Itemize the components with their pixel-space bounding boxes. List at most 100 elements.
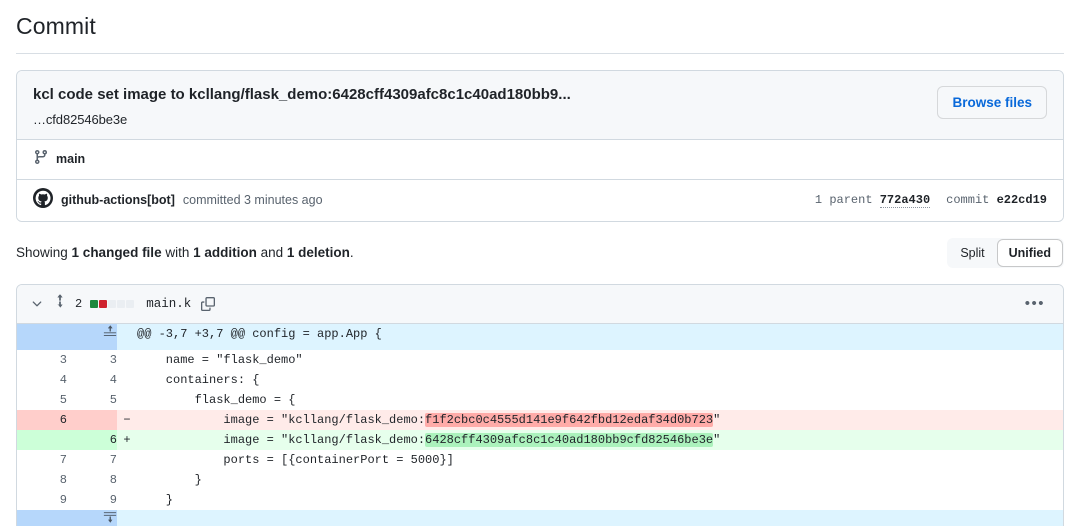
code-prefix: image = "kcllang/flask_demo:: [137, 412, 426, 427]
new-line-number[interactable]: 3: [67, 349, 117, 370]
commit-author-group: github-actions[bot] committed 3 minutes …: [33, 187, 323, 213]
new-line-number[interactable]: 5: [67, 389, 117, 410]
summary-suffix: .: [349, 245, 354, 260]
commit-author-name[interactable]: github-actions[bot]: [61, 193, 175, 207]
commit-author-row: github-actions[bot] committed 3 minutes …: [17, 179, 1063, 221]
expand-mark-cell: [117, 323, 137, 350]
new-line-number[interactable]: 4: [67, 369, 117, 390]
diff-row-ctx-5: 5 5 flask_demo = {: [17, 389, 1063, 410]
diff-modified-icon: [53, 294, 67, 313]
diff-code-deletion: image = "kcllang/flask_demo:f1f2cbc0c455…: [137, 409, 1063, 430]
new-line-number[interactable]: 7: [67, 449, 117, 470]
old-line-number[interactable]: 8: [17, 469, 67, 490]
diff-marker: [117, 389, 137, 410]
diff-marker: [117, 349, 137, 370]
expand-mark-cell-bottom: [117, 509, 137, 526]
expand-code-cell-bottom: [137, 509, 1063, 526]
expand-down-button[interactable]: [17, 509, 117, 526]
old-line-number[interactable]: [17, 429, 67, 450]
commit-header: kcl code set image to kcllang/flask_demo…: [17, 71, 1063, 140]
summary-additions: 1 addition: [193, 245, 257, 260]
expand-up-button[interactable]: [17, 323, 117, 350]
old-line-number[interactable]: 5: [17, 389, 67, 410]
commit-message-continuation: …cfd82546be3e: [33, 111, 128, 127]
copy-icon[interactable]: [201, 296, 216, 311]
parent-label: 1 parent: [814, 193, 873, 207]
diff-file-header-left: 2 main.k: [29, 294, 216, 313]
diff-row-ctx-9: 9 9 }: [17, 489, 1063, 510]
unified-view-button[interactable]: Unified: [996, 238, 1063, 267]
new-line-number[interactable]: 9: [67, 489, 117, 510]
diff-marker: [117, 449, 137, 470]
git-branch-icon: [33, 149, 49, 170]
diff-file-header: 2 main.k •••: [17, 284, 1063, 324]
diff-file-main-k: 2 main.k ••• @@ -3,7 +3,7 @@ config = ap…: [16, 283, 1064, 526]
diffstat-blocks: [90, 299, 135, 308]
added-image-digest: 6428cff4309afc8c1c40ad180bb9cfd82546be3e: [425, 432, 714, 447]
diff-summary-text: Showing 1 changed file with 1 addition a…: [16, 245, 354, 260]
diff-marker-addition: +: [117, 429, 137, 450]
unfold-up-icon[interactable]: [103, 324, 117, 338]
old-line-number[interactable]: 7: [17, 449, 67, 470]
title-divider: [16, 53, 1064, 54]
commit-sha-wrap: commit e22cd19: [946, 193, 1047, 207]
deleted-image-digest: f1f2cbc0c4555d141e9f642fbd12edaf34d0b723: [425, 412, 714, 427]
summary-changed-files: 1 changed file: [71, 245, 162, 260]
diff-code: name = "flask_demo": [137, 349, 1063, 370]
expand-up-row[interactable]: @@ -3,7 +3,7 @@ config = app.App {: [17, 323, 1063, 350]
diff-row-ctx-7: 7 7 ports = [{containerPort = 5000}]: [17, 449, 1063, 470]
parent-sha-wrap: 1 parent 772a430: [814, 193, 931, 208]
diff-change-count: 2: [75, 296, 83, 311]
diff-code-addition: image = "kcllang/flask_demo:6428cff4309a…: [137, 429, 1063, 450]
commit-page: Commit kcl code set image to kcllang/fla…: [0, 0, 1080, 526]
new-line-number[interactable]: 6: [67, 429, 117, 450]
chevron-down-icon[interactable]: [29, 296, 45, 312]
summary-prefix: Showing: [16, 245, 72, 260]
commit-branch-row: main: [17, 139, 1063, 180]
split-view-button[interactable]: Split: [948, 239, 996, 267]
old-line-number[interactable]: 3: [17, 349, 67, 370]
old-line-number[interactable]: 6: [17, 409, 67, 430]
commit-timestamp: committed 3 minutes ago: [182, 193, 323, 207]
parent-sha[interactable]: 772a430: [879, 193, 931, 208]
diff-marker-deletion: −: [117, 409, 137, 430]
branch-name[interactable]: main: [56, 152, 85, 166]
commit-message-title: kcl code set image to kcllang/flask_demo…: [33, 86, 571, 103]
expand-down-row[interactable]: [17, 509, 1063, 526]
diff-table: @@ -3,7 +3,7 @@ config = app.App { 3 3 n…: [17, 323, 1063, 526]
code-suffix: ": [713, 412, 721, 427]
diff-row-ctx-3: 3 3 name = "flask_demo": [17, 349, 1063, 370]
hunk-header-text: @@ -3,7 +3,7 @@ config = app.App {: [137, 323, 1063, 350]
commit-sha[interactable]: e22cd19: [997, 193, 1047, 207]
diff-row-deletion: 6 − image = "kcllang/flask_demo:f1f2cbc0…: [17, 409, 1063, 430]
commit-title-group: kcl code set image to kcllang/flask_demo…: [33, 85, 571, 127]
summary-and: and: [256, 245, 287, 260]
kebab-horizontal-icon[interactable]: •••: [1019, 296, 1051, 311]
diff-code: flask_demo = {: [137, 389, 1063, 410]
old-line-number[interactable]: 4: [17, 369, 67, 390]
commit-sha-group: 1 parent 772a430 commit e22cd19: [814, 193, 1047, 208]
diff-view-toggle: Split Unified: [947, 237, 1064, 268]
page-title: Commit: [16, 13, 96, 39]
old-line-number[interactable]: 9: [17, 489, 67, 510]
diff-code: }: [137, 489, 1063, 510]
github-mark-icon: [33, 187, 53, 213]
diff-row-ctx-8: 8 8 }: [17, 469, 1063, 490]
diff-summary-row: Showing 1 changed file with 1 addition a…: [16, 237, 1064, 268]
commit-label: commit: [946, 193, 990, 207]
code-prefix: image = "kcllang/flask_demo:: [137, 432, 426, 447]
diff-marker: [117, 369, 137, 390]
diff-body: @@ -3,7 +3,7 @@ config = app.App { 3 3 n…: [17, 323, 1063, 526]
diff-row-ctx-4: 4 4 containers: {: [17, 369, 1063, 390]
summary-deletions: 1 deletion: [286, 245, 350, 260]
summary-mid: with: [161, 245, 194, 260]
unfold-down-icon[interactable]: [103, 510, 117, 524]
browse-files-button[interactable]: Browse files: [937, 86, 1047, 119]
diff-marker: [117, 469, 137, 490]
diff-row-addition: 6 + image = "kcllang/flask_demo:6428cff4…: [17, 429, 1063, 450]
new-line-number[interactable]: [67, 409, 117, 430]
new-line-number[interactable]: 8: [67, 469, 117, 490]
diff-file-name[interactable]: main.k: [146, 297, 191, 311]
code-suffix: ": [713, 432, 721, 447]
diff-code: ports = [{containerPort = 5000}]: [137, 449, 1063, 470]
